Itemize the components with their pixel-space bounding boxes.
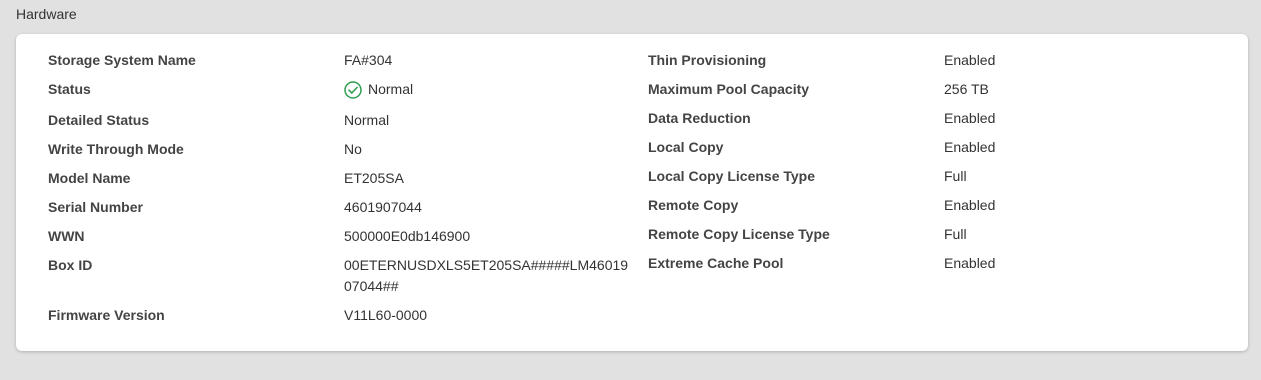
- left-column: Storage System Name FA#304 Status Normal…: [48, 50, 634, 326]
- local-copy-license-type-label: Local Copy License Type: [648, 168, 816, 184]
- thin-provisioning-label: Thin Provisioning: [648, 52, 767, 68]
- row-remote-copy: Remote Copy Enabled: [648, 195, 995, 216]
- maximum-pool-capacity-value: 256 TB: [944, 81, 989, 97]
- row-wwn: WWN 500000E0db146900: [48, 226, 634, 247]
- serial-number-value: 4601907044: [344, 199, 422, 215]
- check-circle-icon: [344, 80, 362, 99]
- row-status: Status Normal: [48, 79, 634, 100]
- firmware-version-value: V11L60-0000: [344, 307, 428, 323]
- remote-copy-license-type-label: Remote Copy License Type: [648, 226, 830, 242]
- write-through-mode-value: No: [344, 141, 362, 157]
- local-copy-value: Enabled: [944, 139, 996, 155]
- remote-copy-license-type-value: Full: [944, 226, 967, 242]
- row-box-id: Box ID 00ETERNUSDXLS5ET205SA#####LM46019…: [48, 255, 634, 297]
- status-label: Status: [48, 81, 91, 97]
- status-value: Normal: [368, 81, 414, 97]
- row-local-copy-license-type: Local Copy License Type Full: [648, 166, 995, 187]
- wwn-value: 500000E0db146900: [344, 228, 471, 244]
- storage-system-name-label: Storage System Name: [48, 52, 196, 68]
- data-reduction-value: Enabled: [944, 110, 996, 126]
- row-write-through-mode: Write Through Mode No: [48, 139, 634, 160]
- detailed-status-label: Detailed Status: [48, 112, 150, 128]
- status-value-group: Normal: [344, 79, 634, 100]
- remote-copy-label: Remote Copy: [648, 197, 739, 213]
- hardware-card: Storage System Name FA#304 Status Normal…: [16, 34, 1248, 351]
- right-column: Thin Provisioning Enabled Maximum Pool C…: [648, 50, 995, 274]
- row-detailed-status: Detailed Status Normal: [48, 110, 634, 131]
- row-firmware-version: Firmware Version V11L60-0000: [48, 305, 634, 326]
- extreme-cache-pool-label: Extreme Cache Pool: [648, 255, 784, 271]
- model-name-label: Model Name: [48, 170, 131, 186]
- row-local-copy: Local Copy Enabled: [648, 137, 995, 158]
- section-title: Hardware: [16, 6, 77, 22]
- extreme-cache-pool-value: Enabled: [944, 255, 996, 271]
- local-copy-label: Local Copy: [648, 139, 724, 155]
- storage-system-name-value: FA#304: [344, 52, 393, 68]
- row-extreme-cache-pool: Extreme Cache Pool Enabled: [648, 253, 995, 274]
- model-name-value: ET205SA: [344, 170, 404, 186]
- row-thin-provisioning: Thin Provisioning Enabled: [648, 50, 995, 71]
- box-id-label: Box ID: [48, 257, 93, 273]
- box-id-value: 00ETERNUSDXLS5ET205SA#####LM4601907044##: [344, 257, 629, 294]
- firmware-version-label: Firmware Version: [48, 307, 165, 323]
- write-through-mode-label: Write Through Mode: [48, 141, 184, 157]
- detailed-status-value: Normal: [344, 112, 390, 128]
- local-copy-license-type-value: Full: [944, 168, 967, 184]
- wwn-label: WWN: [48, 228, 85, 244]
- row-data-reduction: Data Reduction Enabled: [648, 108, 995, 129]
- row-storage-system-name: Storage System Name FA#304: [48, 50, 634, 71]
- row-maximum-pool-capacity: Maximum Pool Capacity 256 TB: [648, 79, 995, 100]
- thin-provisioning-value: Enabled: [944, 52, 996, 68]
- data-reduction-label: Data Reduction: [648, 110, 751, 126]
- row-serial-number: Serial Number 4601907044: [48, 197, 634, 218]
- maximum-pool-capacity-label: Maximum Pool Capacity: [648, 81, 810, 97]
- serial-number-label: Serial Number: [48, 199, 143, 215]
- remote-copy-value: Enabled: [944, 197, 996, 213]
- row-model-name: Model Name ET205SA: [48, 168, 634, 189]
- row-remote-copy-license-type: Remote Copy License Type Full: [648, 224, 995, 245]
